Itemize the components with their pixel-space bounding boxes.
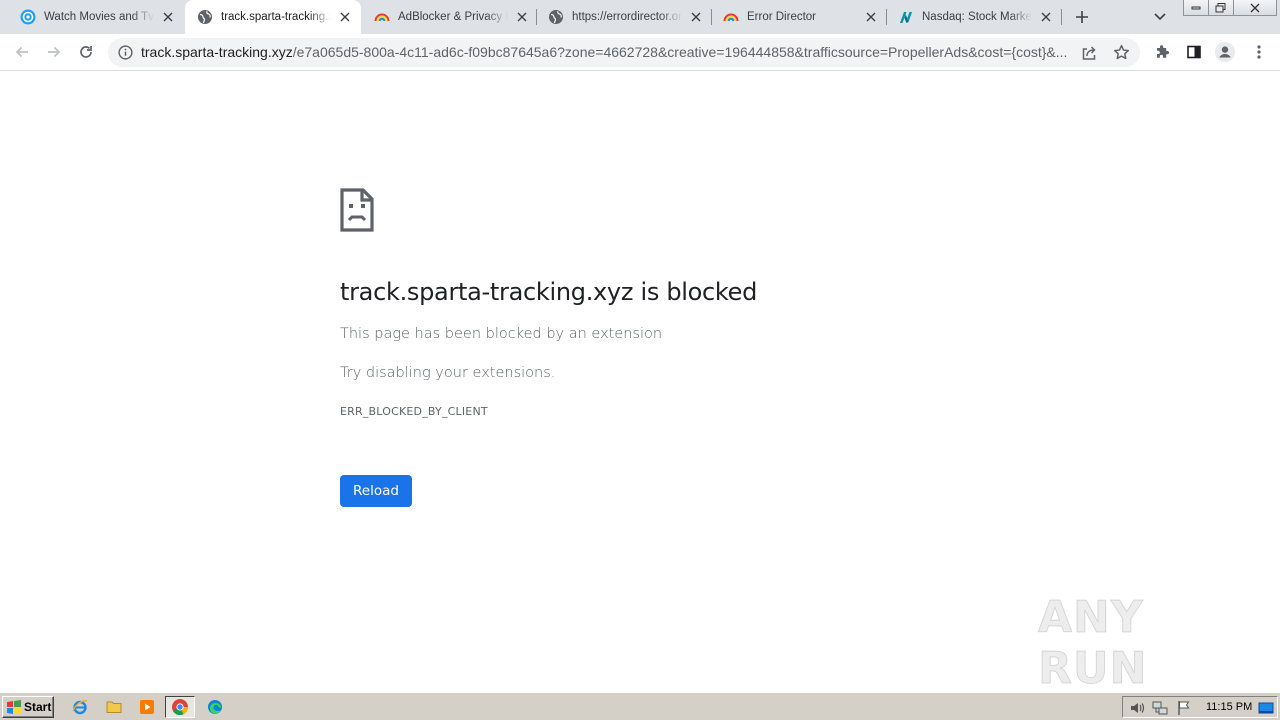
arrow-right-icon [48, 46, 61, 58]
plus-icon [1076, 11, 1088, 23]
ie-launch[interactable] [70, 697, 90, 717]
explorer-launch[interactable] [104, 697, 124, 717]
rainbow-icon [723, 9, 739, 25]
watermark-text: ANY RUN [1038, 592, 1148, 695]
start-button[interactable]: Start [2, 696, 54, 718]
url-text[interactable]: track.sparta-tracking.xyz/e7a065d5-800a-… [141, 38, 1076, 67]
tab-title: Error Director [747, 11, 817, 23]
tab-track-sparta[interactable]: track.sparta-tracking.xyz [185, 0, 361, 34]
rainbow-icon [374, 9, 390, 25]
tab-strip: Watch Movies and Tv Shows track.sparta-t… [0, 0, 1280, 34]
profile-button[interactable] [1215, 42, 1235, 62]
system-tray: 11:15 PM [1122, 696, 1278, 718]
close-icon [1250, 3, 1260, 12]
chrome-icon [172, 699, 188, 715]
internet-explorer-icon [72, 700, 88, 715]
close-icon[interactable] [514, 9, 530, 25]
circle-play-icon [20, 9, 36, 25]
arrow-left-icon [15, 46, 28, 58]
chrome-taskbar-button[interactable] [165, 696, 195, 718]
tab-separator [1061, 9, 1062, 25]
watermark-logo: ANY RUN [1038, 592, 1238, 695]
tab-adblocker[interactable]: AdBlocker & Privacy Protection [362, 0, 538, 34]
avatar-icon [1215, 42, 1235, 62]
clock[interactable]: 11:15 PM [1206, 697, 1252, 717]
globe-icon [548, 9, 564, 25]
tab-title: https://errordirector.online [572, 11, 682, 23]
tab-title: track.sparta-tracking.xyz [221, 11, 331, 23]
chevron-down-icon [1154, 13, 1166, 21]
edge-icon [208, 700, 222, 714]
back-button[interactable] [12, 42, 32, 62]
tab-errordirector-url[interactable]: https://errordirector.online [536, 0, 712, 34]
close-icon[interactable] [863, 9, 879, 25]
browser-toolbar: track.sparta-tracking.xyz/e7a065d5-800a-… [0, 34, 1280, 71]
close-window-button[interactable] [1233, 0, 1277, 16]
show-desktop-icon[interactable] [1258, 700, 1274, 716]
taskbar: Start 11:15 PM [0, 692, 1280, 720]
tab-title: AdBlocker & Privacy Protection [398, 11, 508, 23]
start-label: Start [24, 700, 52, 714]
error-suggestion: Try disabling your extensions. [340, 365, 556, 381]
forward-button[interactable] [44, 42, 64, 62]
tab-search-button[interactable] [1152, 9, 1168, 25]
reload-button[interactable]: Reload [340, 475, 412, 507]
star-icon[interactable] [1113, 44, 1130, 61]
tab-nasdaq[interactable]: Nasdaq: Stock Market, Data [886, 0, 1062, 34]
tab-error-director[interactable]: Error Director [711, 0, 887, 34]
network-icon[interactable] [1152, 700, 1168, 716]
minimize-icon [1191, 6, 1201, 9]
tab-title: Nasdaq: Stock Market, Data [922, 11, 1032, 23]
close-icon[interactable] [160, 9, 176, 25]
folder-icon [106, 701, 122, 713]
close-icon[interactable] [1038, 9, 1054, 25]
url-path: /e7a065d5-800a-4c11-ad6c-f09bc87645a6?zo… [292, 44, 1068, 60]
close-icon[interactable] [337, 9, 353, 25]
restore-button[interactable] [1208, 0, 1234, 16]
media-player-launch[interactable] [137, 697, 157, 717]
new-tab-button[interactable] [1073, 8, 1091, 26]
volume-icon[interactable] [1129, 700, 1145, 716]
side-panel-icon [1187, 45, 1201, 59]
url-host: track.sparta-tracking.xyz [141, 44, 293, 60]
side-panel-button[interactable] [1184, 42, 1204, 62]
kebab-menu-icon [1257, 45, 1261, 59]
tab-watch-movies[interactable]: Watch Movies and Tv Shows [8, 0, 184, 34]
puzzle-icon [1157, 45, 1169, 58]
error-code: ERR_BLOCKED_BY_CLIENT [340, 405, 488, 418]
share-icon[interactable] [1081, 45, 1097, 61]
nasdaq-icon [898, 9, 914, 25]
globe-icon [197, 9, 213, 25]
menu-button[interactable] [1249, 42, 1269, 62]
action-center-flag-icon[interactable] [1176, 700, 1192, 716]
tab-title: Watch Movies and Tv Shows [44, 11, 154, 23]
minimize-button[interactable] [1183, 0, 1209, 16]
page-title: track.sparta-tracking.xyz is blocked [340, 278, 758, 306]
error-page: track.sparta-tracking.xyz is blocked Thi… [0, 72, 1280, 695]
sad-page-icon [340, 188, 374, 232]
reload-toolbar-button[interactable] [76, 42, 96, 62]
restore-icon [1215, 2, 1226, 12]
close-icon[interactable] [688, 9, 704, 25]
extensions-button[interactable] [1152, 42, 1172, 62]
refresh-icon [80, 46, 92, 58]
windows-logo-icon [7, 700, 21, 714]
error-message: This page has been blocked by an extensi… [340, 326, 663, 342]
media-player-icon [140, 700, 154, 714]
info-icon[interactable] [118, 45, 133, 60]
address-bar[interactable]: track.sparta-tracking.xyz/e7a065d5-800a-… [108, 38, 1140, 67]
edge-launch[interactable] [205, 697, 225, 717]
